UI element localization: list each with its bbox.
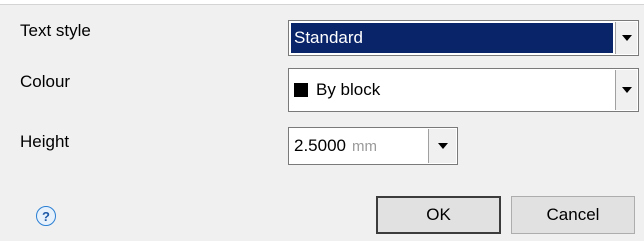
help-icon[interactable]: ? [36,206,56,226]
height-dropdown[interactable]: 2.5000 mm [288,127,458,165]
height-value-text: 2.5000 [294,136,346,155]
colour-value: By block [291,71,613,109]
ok-button[interactable]: OK [376,196,501,234]
text-style-value: Standard [291,23,613,53]
dialog-top-edge [0,0,644,5]
height-dropdown-button[interactable] [428,129,456,163]
colour-dropdown[interactable]: By block [288,68,639,112]
chevron-down-icon [621,35,632,41]
colour-swatch [294,83,308,97]
chevron-down-icon [437,143,448,149]
cancel-button[interactable]: Cancel [511,196,635,234]
colour-dropdown-button[interactable] [615,70,637,110]
height-unit: mm [352,137,377,155]
height-value: 2.5000 mm [291,130,427,162]
colour-value-text: By block [316,80,381,99]
text-style-label: Text style [20,21,91,40]
colour-label: Colour [20,72,71,91]
chevron-down-icon [621,87,632,93]
text-style-dropdown[interactable]: Standard [288,20,639,56]
height-label: Height [20,132,70,151]
text-style-dropdown-button[interactable] [615,22,637,54]
